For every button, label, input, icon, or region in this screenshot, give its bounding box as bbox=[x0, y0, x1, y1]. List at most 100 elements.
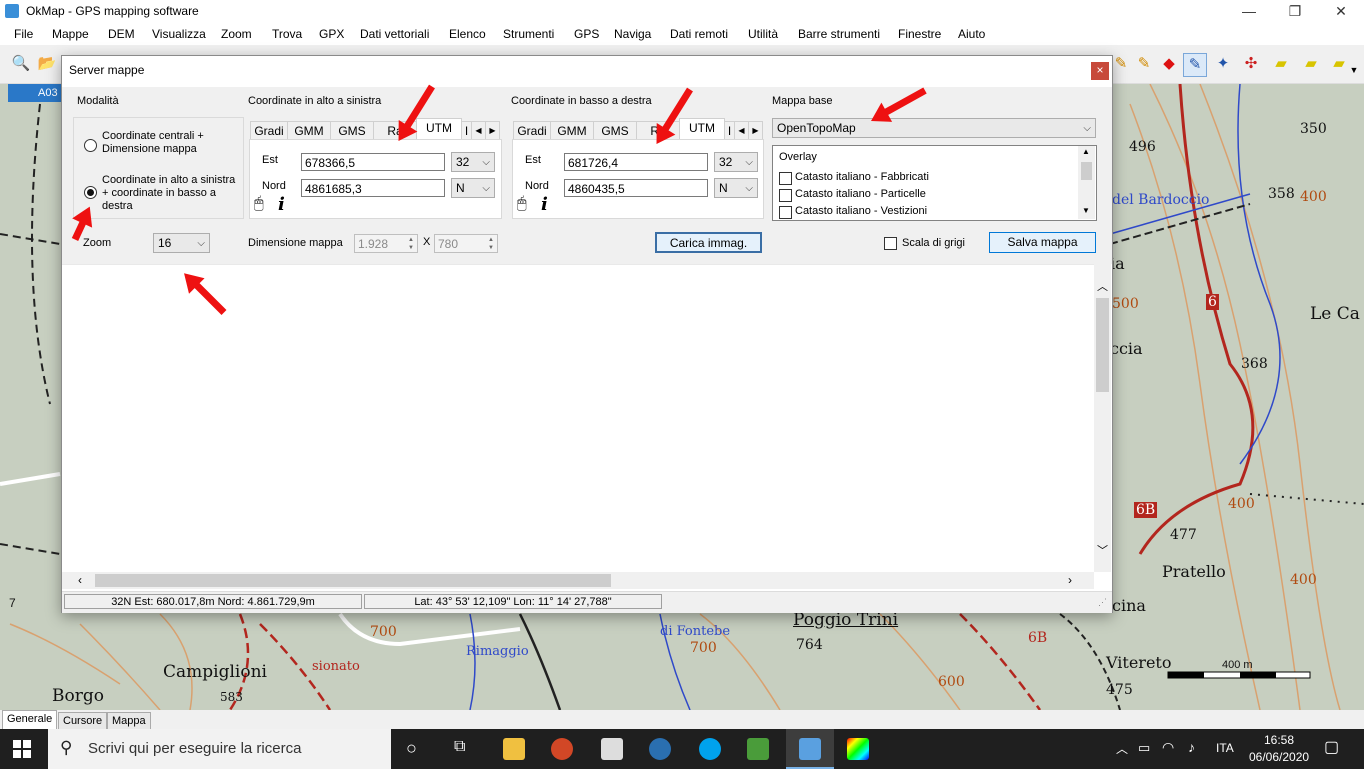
tab-gms[interactable]: GMS bbox=[593, 121, 637, 140]
top-left-zone-select[interactable]: 32 ⌵ bbox=[451, 152, 495, 172]
menu-dati-remoti[interactable]: Dati remoti bbox=[670, 27, 728, 41]
tab-utm[interactable]: UTM bbox=[679, 118, 725, 140]
menu-file[interactable]: File bbox=[14, 27, 33, 41]
tab-scroll-right[interactable]: ▶ bbox=[485, 121, 500, 140]
menu-strumenti[interactable]: Strumenti bbox=[503, 27, 554, 41]
horizontal-scroll-thumb[interactable] bbox=[95, 574, 611, 587]
overlay-checkbox-particelle[interactable] bbox=[779, 189, 792, 202]
tab-generale[interactable]: Generale bbox=[2, 710, 58, 730]
notification-icon[interactable]: ▢ bbox=[1324, 737, 1339, 757]
overlay-scroll-thumb[interactable] bbox=[1081, 162, 1092, 180]
base-map-select[interactable]: OpenTopoMap ⌵ bbox=[772, 118, 1096, 138]
menu-barre-strumenti[interactable]: Barre strumenti bbox=[798, 27, 880, 41]
load-image-button[interactable]: Carica immag. bbox=[655, 232, 762, 253]
preview-horizontal-scrollbar[interactable]: ‹ › bbox=[62, 572, 1094, 589]
menu-aiuto[interactable]: Aiuto bbox=[958, 27, 985, 41]
info-icon[interactable]: i bbox=[278, 194, 285, 215]
bottom-right-hemisphere-select[interactable]: N ⌵ bbox=[714, 178, 758, 198]
calculator-icon[interactable] bbox=[601, 738, 623, 760]
tab-scroll-left[interactable]: ◀ bbox=[734, 121, 749, 140]
tab-gmm[interactable]: GMM bbox=[287, 121, 331, 140]
bottom-right-nord-input[interactable]: 4860435,5 bbox=[564, 179, 708, 197]
menu-gps[interactable]: GPS bbox=[574, 27, 599, 41]
windows-start-icon[interactable] bbox=[13, 740, 31, 758]
resize-grip-icon[interactable]: ⋰ bbox=[1098, 597, 1107, 608]
overlay-item[interactable]: Catasto italiano - Fabbricati bbox=[795, 171, 929, 183]
menu-elenco[interactable]: Elenco bbox=[449, 27, 486, 41]
tab-utm[interactable]: UTM bbox=[416, 118, 462, 140]
info-icon[interactable]: i bbox=[541, 194, 548, 215]
task-view-icon[interactable]: ⧉ bbox=[454, 738, 465, 756]
zoom-select[interactable]: 16 ⌵ bbox=[153, 233, 210, 253]
color-app-icon[interactable] bbox=[847, 738, 869, 760]
tab-gms[interactable]: GMS bbox=[330, 121, 374, 140]
top-left-est-input[interactable]: 678366,5 bbox=[301, 153, 445, 171]
menu-visualizza[interactable]: Visualizza bbox=[152, 27, 206, 41]
top-left-hemisphere-select[interactable]: N ⌵ bbox=[451, 178, 495, 198]
tab-gradi[interactable]: Gradi bbox=[250, 121, 288, 140]
ruler-icon[interactable]: ▰ bbox=[1270, 53, 1292, 75]
battery-icon[interactable]: ▭ bbox=[1138, 740, 1150, 756]
app-icon-steam[interactable] bbox=[649, 738, 671, 760]
minimize-icon[interactable]: — bbox=[1226, 0, 1272, 23]
menu-dati-vettoriali[interactable]: Dati vettoriali bbox=[360, 27, 429, 41]
chevron-left-icon[interactable]: ‹ bbox=[78, 573, 82, 587]
route-select-icon[interactable]: ✎ bbox=[1183, 53, 1207, 77]
route-icon[interactable]: ✦ bbox=[1212, 53, 1234, 75]
tab-scroll-right[interactable]: ▶ bbox=[748, 121, 763, 140]
bottom-right-est-input[interactable]: 681726,4 bbox=[564, 153, 708, 171]
save-map-button[interactable]: Salva mappa bbox=[989, 232, 1096, 253]
okmap-taskbar-button[interactable] bbox=[786, 729, 834, 769]
menu-zoom[interactable]: Zoom bbox=[221, 27, 252, 41]
cortana-icon[interactable]: ○ bbox=[406, 738, 417, 759]
mode-corners-radio[interactable] bbox=[84, 186, 97, 199]
tab-gradi[interactable]: Gradi bbox=[513, 121, 551, 140]
taskbar-search[interactable]: ⚲ Scrivi qui per eseguire la ricerca bbox=[48, 729, 391, 769]
waypoint-icon[interactable]: ◆ bbox=[1158, 53, 1180, 75]
tab-gmm[interactable]: GMM bbox=[550, 121, 594, 140]
skype-icon[interactable] bbox=[699, 738, 721, 760]
chevron-down-icon[interactable]: ﹀ bbox=[1097, 542, 1108, 558]
tab-cursore[interactable]: Cursore bbox=[58, 712, 108, 730]
overlay-scrollbar[interactable]: ▲ ▼ bbox=[1078, 146, 1095, 219]
wifi-icon[interactable]: ◠ bbox=[1162, 739, 1174, 756]
mode-center-radio[interactable] bbox=[84, 139, 97, 152]
chevron-up-icon[interactable]: ▲ bbox=[1082, 147, 1090, 156]
menu-gpx[interactable]: GPX bbox=[319, 27, 344, 41]
menu-trova[interactable]: Trova bbox=[272, 27, 302, 41]
menu-mappe[interactable]: Mappe bbox=[52, 27, 89, 41]
edit-icon[interactable]: ✎ bbox=[1133, 53, 1155, 75]
chevron-up-icon[interactable]: ︿ bbox=[1097, 278, 1108, 294]
dimension-width-input[interactable]: 1.928 ▲ ▼ bbox=[354, 234, 418, 253]
overlay-item[interactable]: Catasto italiano - Vestizioni bbox=[795, 205, 927, 217]
preview-vertical-scrollbar[interactable]: ︿ ﹀ bbox=[1094, 264, 1111, 572]
volume-icon[interactable]: ♪ bbox=[1188, 739, 1195, 755]
file-explorer-icon[interactable] bbox=[503, 738, 525, 760]
mouse-icon[interactable]: 🖱 bbox=[517, 195, 527, 213]
tab-scroll-left[interactable]: ◀ bbox=[471, 121, 486, 140]
clock-date[interactable]: 06/06/2020 bbox=[1249, 750, 1309, 764]
chevron-down-icon[interactable]: ▼ bbox=[1082, 206, 1090, 215]
overlay-checkbox-vestizioni[interactable] bbox=[779, 206, 792, 219]
spin-arrows-icon[interactable]: ▲ ▼ bbox=[406, 236, 416, 252]
chevron-right-icon[interactable]: › bbox=[1068, 573, 1072, 587]
menu-naviga[interactable]: Naviga bbox=[614, 27, 651, 41]
menu-utilita[interactable]: Utilità bbox=[748, 27, 778, 41]
overlay-checkbox-fabbricati[interactable] bbox=[779, 172, 792, 185]
bottom-right-zone-select[interactable]: 32 ⌵ bbox=[714, 152, 758, 172]
notepad-icon[interactable] bbox=[747, 738, 769, 760]
pen-icon[interactable]: ✎ bbox=[1110, 53, 1132, 75]
close-icon[interactable]: × bbox=[1091, 62, 1109, 80]
powerpoint-icon[interactable] bbox=[551, 738, 573, 760]
vertical-scroll-thumb[interactable] bbox=[1096, 298, 1109, 392]
chevron-up-icon[interactable]: ︿ bbox=[1116, 740, 1128, 757]
dimension-height-input[interactable]: 780 ▲ ▼ bbox=[434, 234, 498, 253]
menu-finestre[interactable]: Finestre bbox=[898, 27, 941, 41]
menu-dem[interactable]: DEM bbox=[108, 27, 135, 41]
chevron-down-icon[interactable]: ▼ bbox=[1343, 59, 1364, 81]
tab-mappa[interactable]: Mappa bbox=[107, 712, 151, 730]
spin-arrows-icon[interactable]: ▲ ▼ bbox=[486, 236, 496, 252]
top-left-nord-input[interactable]: 4861685,3 bbox=[301, 179, 445, 197]
clock-time[interactable]: 16:58 bbox=[1264, 733, 1294, 747]
track-icon[interactable]: ✣ bbox=[1240, 53, 1262, 75]
